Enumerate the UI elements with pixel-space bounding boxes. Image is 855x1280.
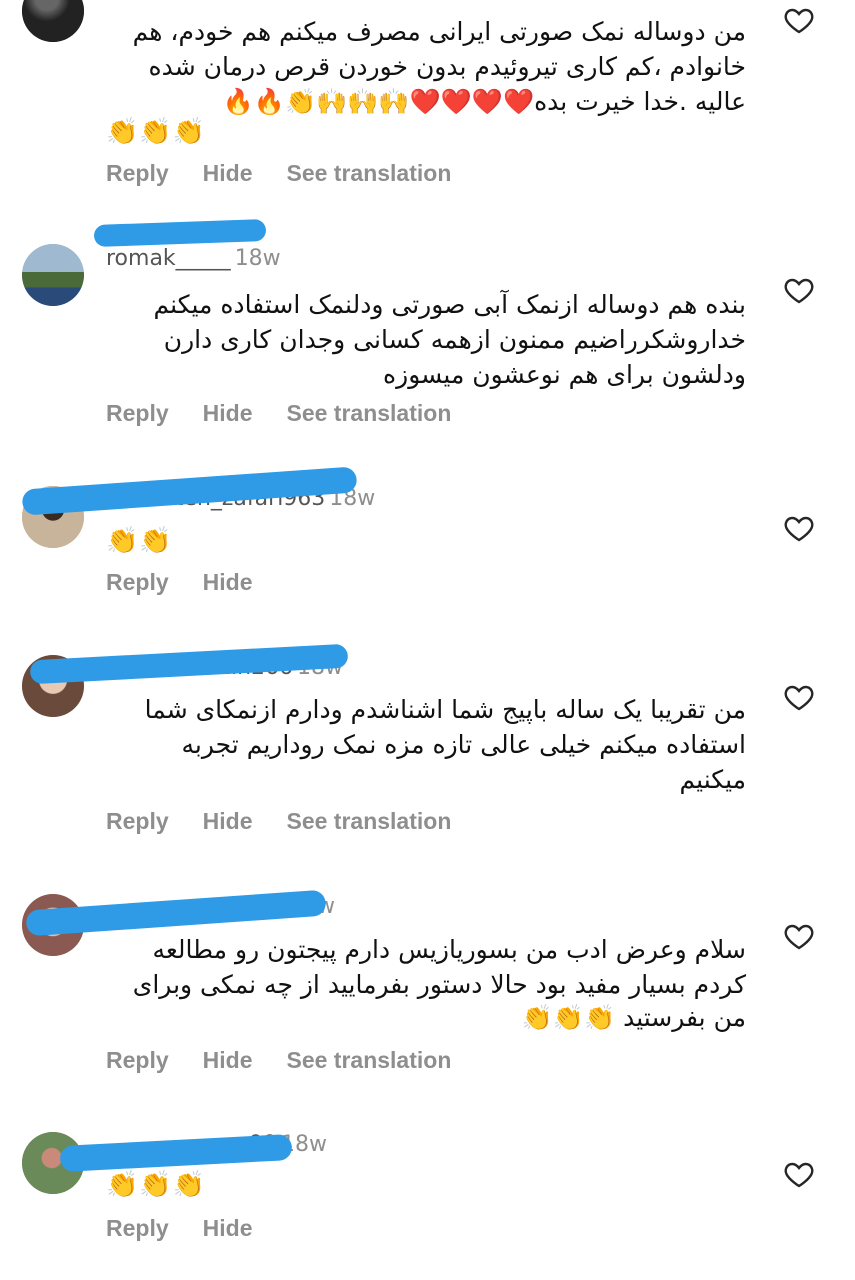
see-translation-button[interactable]: See translation [286, 808, 451, 835]
like-heart-icon[interactable] [782, 681, 816, 713]
comment-emoji-line: 👏👏 [106, 526, 173, 556]
reply-button[interactable]: Reply [106, 160, 169, 187]
username[interactable]: romak_____ 18w [106, 246, 281, 271]
redaction-scribble [93, 219, 267, 247]
redaction-scribble [59, 1133, 293, 1173]
reply-button[interactable]: Reply [106, 808, 169, 835]
avatar[interactable] [22, 0, 84, 42]
hide-button[interactable]: Hide [203, 1047, 253, 1074]
comment-emoji-line: 👏👏👏 [106, 1170, 207, 1200]
comment-text-line: خانوادم ،کم کاری تیروئیدم بدون خوردن قرص… [148, 52, 746, 81]
username-text[interactable]: romak_____ [106, 246, 231, 271]
comment-text-line: بنده هم دوساله ازنمک آبی صورتی ودلنمک اس… [153, 290, 746, 319]
comment-text-line: من دوساله نمک صورتی ایرانی مصرف میکنم هم… [132, 17, 746, 46]
timestamp: 18w [234, 246, 281, 271]
like-heart-icon[interactable] [782, 920, 816, 952]
like-heart-icon[interactable] [782, 512, 816, 544]
reply-button[interactable]: Reply [106, 569, 169, 596]
see-translation-button[interactable]: See translation [286, 400, 451, 427]
comment-emoji-line: 👏👏👏 [106, 117, 207, 147]
comment-text-line: عالیه .خدا خیرت بده❤️❤️❤️❤️🙌🙌🙌👏🔥🔥 [222, 87, 746, 116]
comment-text-line: کردم بسیار مفید بود حالا دستور بفرمایید … [132, 970, 746, 999]
see-translation-button[interactable]: See translation [286, 1047, 451, 1074]
reply-button[interactable]: Reply [106, 1047, 169, 1074]
comment-text-line: ودلشون برای هم نوعشون میسوزه [383, 360, 746, 389]
hide-button[interactable]: Hide [203, 400, 253, 427]
comment-text-line: استفاده میکنم خیلی عالی تازه مزه نمک رود… [181, 730, 747, 759]
reply-button[interactable]: Reply [106, 400, 169, 427]
comment-text-line: من بفرستید 👏👏👏 [521, 1003, 746, 1032]
like-heart-icon[interactable] [782, 4, 816, 36]
reply-button[interactable]: Reply [106, 1215, 169, 1242]
comment-text-line: خداروشکرراضیم ممنون ازهمه کسانی وجدان کا… [163, 325, 746, 354]
comment-text-line: میکنیم [679, 765, 746, 794]
avatar[interactable] [22, 244, 84, 306]
like-heart-icon[interactable] [782, 1158, 816, 1190]
comment-text-line: سلام وعرض ادب من بسوریازیس دارم پیجتون ر… [152, 935, 746, 964]
hide-button[interactable]: Hide [203, 1215, 253, 1242]
hide-button[interactable]: Hide [203, 160, 253, 187]
see-translation-button[interactable]: See translation [286, 160, 451, 187]
like-heart-icon[interactable] [782, 274, 816, 306]
comment-text-line: من تقریبا یک ساله باپیج شما اشناشدم ودار… [144, 695, 746, 724]
hide-button[interactable]: Hide [203, 569, 253, 596]
hide-button[interactable]: Hide [203, 808, 253, 835]
